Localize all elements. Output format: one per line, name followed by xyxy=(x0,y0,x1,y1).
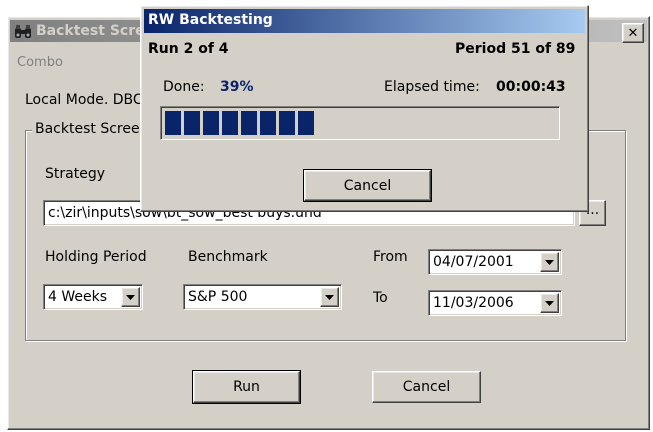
from-date-value: 04/07/2001 xyxy=(433,254,514,270)
benchmark-value: S&P 500 xyxy=(188,289,248,305)
to-date-value: 11/03/2006 xyxy=(433,295,514,311)
progress-block xyxy=(184,111,200,135)
cancel-button[interactable]: Cancel xyxy=(372,371,481,403)
progress-cancel-label: Cancel xyxy=(343,177,392,194)
holding-period-select[interactable]: 4 Weeks xyxy=(43,284,143,310)
close-button[interactable]: ✕ xyxy=(622,23,644,43)
progress-block xyxy=(203,111,219,135)
binoculars-icon xyxy=(14,25,32,39)
run-button-label: Run xyxy=(233,379,260,395)
to-label: To xyxy=(373,290,388,306)
chevron-down-icon[interactable] xyxy=(320,287,339,307)
done-label: Done: xyxy=(163,79,205,95)
chevron-down-icon[interactable] xyxy=(540,252,559,272)
chevron-down-icon[interactable] xyxy=(540,293,559,313)
mode-text: Local Mode. DBC xyxy=(25,92,143,108)
elapsed-value: 00:00:43 xyxy=(496,79,566,95)
holding-period-label: Holding Period xyxy=(45,249,147,265)
to-date-select[interactable]: 11/03/2006 xyxy=(428,290,562,316)
progress-block xyxy=(165,111,181,135)
progress-block xyxy=(222,111,238,135)
groupbox-label: Backtest Screen xyxy=(32,121,152,137)
close-icon: ✕ xyxy=(627,25,639,41)
menu-item-combo[interactable]: Combo xyxy=(17,55,63,70)
elapsed-label: Elapsed time: xyxy=(384,79,480,95)
progress-bar xyxy=(160,106,560,140)
done-percent: 39% xyxy=(220,79,254,95)
chevron-down-icon[interactable] xyxy=(121,287,140,307)
progress-block xyxy=(241,111,257,135)
progress-block xyxy=(279,111,295,135)
strategy-label: Strategy xyxy=(45,166,105,182)
progress-dialog-title: RW Backtesting xyxy=(148,12,273,28)
run-counter: Run 2 of 4 xyxy=(148,41,229,57)
benchmark-select[interactable]: S&P 500 xyxy=(183,284,342,310)
from-label: From xyxy=(373,249,408,265)
period-counter: Period 51 of 89 xyxy=(455,41,576,57)
holding-period-value: 4 Weeks xyxy=(48,289,108,305)
backtest-window-title: Backtest Scre xyxy=(36,23,145,39)
benchmark-label: Benchmark xyxy=(188,249,268,265)
cancel-button-label: Cancel xyxy=(402,379,451,395)
progress-block xyxy=(298,111,314,135)
progress-cancel-button[interactable]: Cancel xyxy=(303,169,432,202)
run-button[interactable]: Run xyxy=(192,370,301,404)
from-date-select[interactable]: 04/07/2001 xyxy=(428,249,562,275)
progress-block xyxy=(260,111,276,135)
